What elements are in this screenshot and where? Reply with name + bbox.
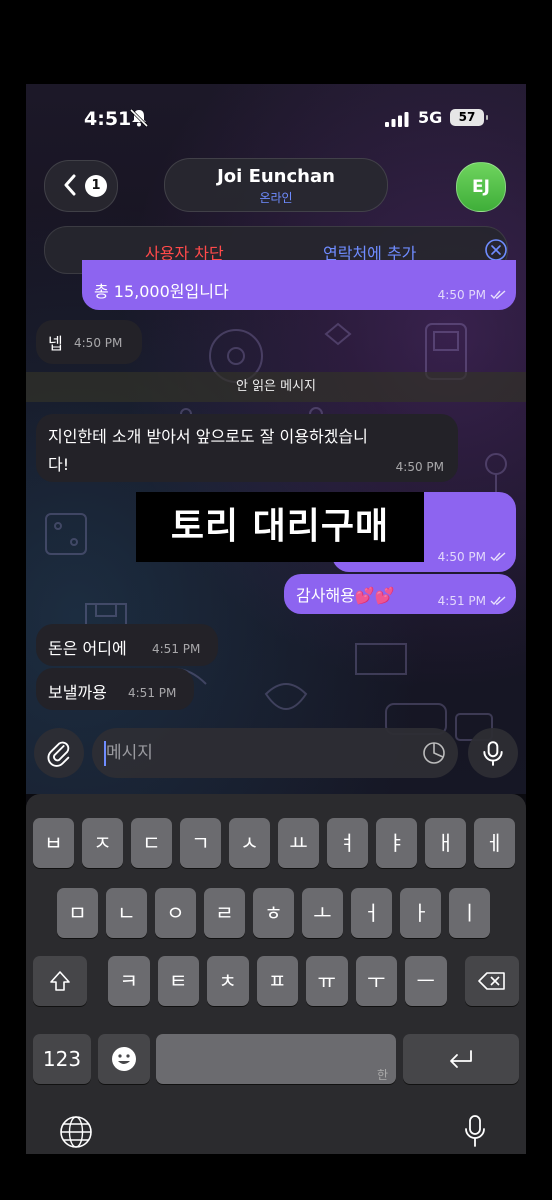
contact-name: Joi Eunchan: [217, 166, 335, 187]
double-check-icon: [490, 596, 506, 606]
key-row3-6[interactable]: ㅡ: [405, 956, 447, 1006]
key-row3-1[interactable]: ㅌ: [157, 956, 199, 1006]
network-type: 5G: [418, 108, 443, 127]
key-row1-9[interactable]: ㅔ: [474, 818, 515, 868]
microphone-icon: [483, 741, 503, 766]
key-row3-5[interactable]: ㅜ: [355, 956, 397, 1006]
shift-key[interactable]: [33, 956, 87, 1006]
emoji-icon: [112, 1047, 136, 1071]
message-text: 넵: [48, 334, 63, 353]
message-time: 4:50 PM: [437, 550, 486, 564]
backspace-icon: [478, 972, 505, 990]
key-row2-0[interactable]: ㅁ: [57, 888, 98, 938]
overlay-caption: 토리 대리구매: [136, 492, 424, 562]
globe-icon[interactable]: [59, 1115, 93, 1149]
message-time: 4:51 PM: [437, 594, 486, 608]
backspace-key[interactable]: [465, 956, 519, 1006]
key-row1-6[interactable]: ㅕ: [327, 818, 368, 868]
emoji-key[interactable]: [98, 1034, 150, 1084]
double-check-icon: [490, 552, 506, 562]
message-bubble-incoming[interactable]: 돈은 어디에 4:51 PM: [36, 624, 218, 666]
message-bubble-incoming[interactable]: 넵 4:50 PM: [36, 320, 142, 364]
return-icon: [450, 1050, 472, 1068]
message-text: 돈은 어디에: [48, 639, 127, 658]
chat-title[interactable]: Joi Eunchan 온라인: [164, 158, 388, 212]
unread-badge: 1: [85, 175, 107, 197]
message-time: 4:51 PM: [128, 686, 177, 700]
key-row1-1[interactable]: ㅈ: [82, 818, 123, 868]
key-row2-6[interactable]: ㅓ: [351, 888, 392, 938]
status-bar: 4:51 5G 57: [26, 84, 526, 152]
message-bubble-outgoing[interactable]: 총 15,000원입니다 4:50 PM: [82, 260, 516, 310]
message-input[interactable]: [106, 741, 406, 765]
double-check-icon: [490, 290, 506, 300]
message-text: 감사해용💕💕: [296, 586, 395, 605]
message-time: 4:50 PM: [437, 288, 486, 302]
key-row2-7[interactable]: ㅏ: [400, 888, 441, 938]
message-bubble-incoming[interactable]: 지인한테 소개 받아서 앞으로도 잘 이용하겠습니 다! 4:50 PM: [36, 414, 458, 482]
message-text-line: 지인한테 소개 받아서 앞으로도 잘 이용하겠습니: [48, 427, 368, 446]
key-row2-8[interactable]: ㅣ: [449, 888, 490, 938]
key-row1-8[interactable]: ㅐ: [425, 818, 466, 868]
key-row2-1[interactable]: ㄴ: [106, 888, 147, 938]
key-row2-5[interactable]: ㅗ: [302, 888, 343, 938]
battery-indicator: 57: [450, 109, 488, 126]
key-row1-4[interactable]: ㅅ: [229, 818, 270, 868]
key-row2-4[interactable]: ㅎ: [253, 888, 294, 938]
keyboard: ㅂㅈㄷㄱㅅㅛㅕㅑㅐㅔ ㅁㄴㅇㄹㅎㅗㅓㅏㅣ ㅋㅌㅊㅍㅠㅜㅡ 123 한: [26, 794, 526, 1154]
message-time: 4:50 PM: [74, 336, 123, 350]
message-bubble-outgoing[interactable]: 감사해용💕💕 4:51 PM: [284, 574, 516, 614]
message-composer: [92, 728, 458, 778]
signal-icon: [385, 112, 409, 127]
sticker-icon[interactable]: [422, 741, 446, 765]
dictation-mic-icon[interactable]: [463, 1114, 487, 1150]
bell-slash-icon: [129, 108, 149, 128]
key-row2-3[interactable]: ㄹ: [204, 888, 245, 938]
message-text: 보낼까용: [48, 683, 107, 702]
key-row2-2[interactable]: ㅇ: [155, 888, 196, 938]
key-row3-0[interactable]: ㅋ: [108, 956, 150, 1006]
chevron-left-icon: [64, 174, 76, 196]
voice-message-button[interactable]: [468, 728, 518, 778]
key-row3-4[interactable]: ㅠ: [306, 956, 348, 1006]
space-key[interactable]: 한: [156, 1034, 396, 1084]
key-row1-2[interactable]: ㄷ: [131, 818, 172, 868]
avatar[interactable]: EJ: [456, 162, 506, 212]
key-row1-3[interactable]: ㄱ: [180, 818, 221, 868]
key-row1-7[interactable]: ㅑ: [376, 818, 417, 868]
back-button[interactable]: 1: [44, 160, 118, 212]
key-row3-3[interactable]: ㅍ: [256, 956, 298, 1006]
close-circle-icon[interactable]: [485, 239, 507, 261]
keyboard-language-hint: 한: [376, 1068, 388, 1082]
key-row3-2[interactable]: ㅊ: [207, 956, 249, 1006]
unread-divider: 안 읽은 메시지: [26, 372, 526, 402]
shift-icon: [50, 971, 70, 991]
status-time: 4:51: [84, 108, 132, 130]
phone-screen: 4:51 5G 57 1 Joi Eunchan 온라인 EJ 사용자 차단 연…: [26, 84, 526, 1154]
contact-status: 온라인: [259, 191, 293, 205]
return-key[interactable]: [403, 1034, 519, 1084]
message-time: 4:50 PM: [395, 460, 444, 474]
key-row1-5[interactable]: ㅛ: [278, 818, 319, 868]
key-row1-0[interactable]: ㅂ: [33, 818, 74, 868]
message-bubble-incoming[interactable]: 보낼까용 4:51 PM: [36, 668, 194, 710]
attach-button[interactable]: [34, 728, 84, 778]
message-text: 총 15,000원입니다: [94, 282, 229, 301]
text-caret: [104, 741, 106, 766]
message-text-line: 다!: [48, 455, 70, 474]
message-time: 4:51 PM: [152, 642, 201, 656]
numbers-key[interactable]: 123: [33, 1034, 91, 1084]
paperclip-icon: [47, 741, 70, 767]
